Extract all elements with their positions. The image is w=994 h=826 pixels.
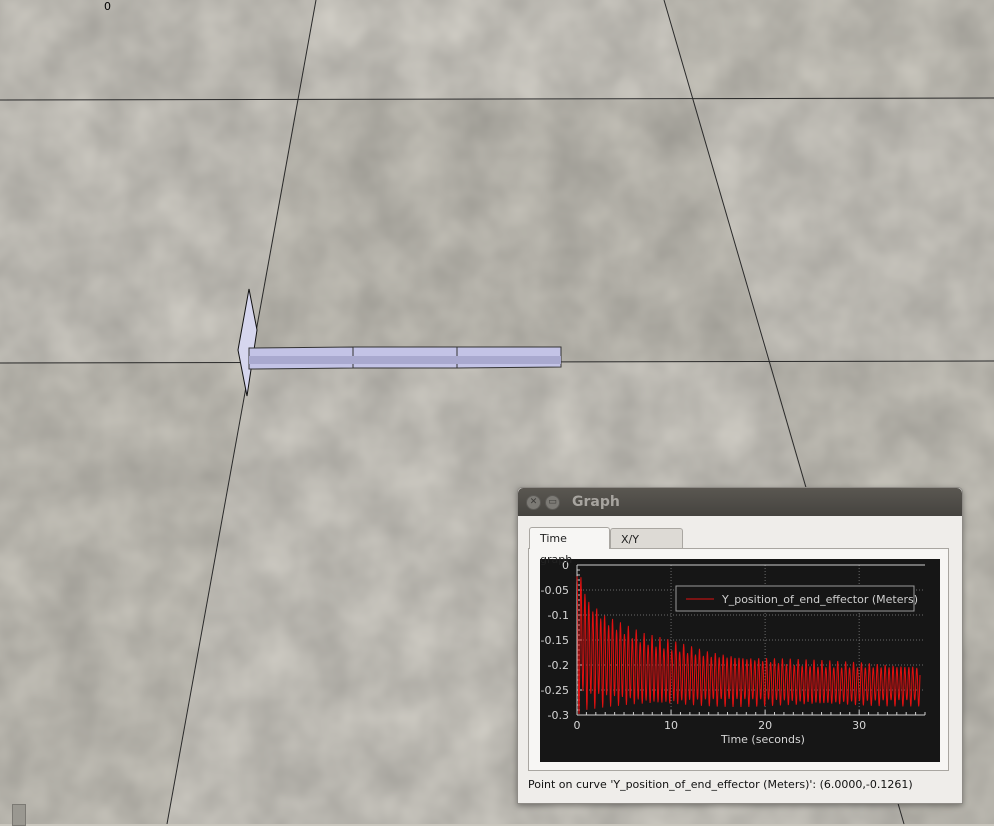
x-tick-label: 0	[574, 719, 581, 732]
graph-titlebar[interactable]: ✕ ▭ Graph	[518, 488, 962, 516]
y-tick-label: -0.1	[548, 609, 569, 622]
y-tick-label: -0.15	[541, 634, 569, 647]
tab-time-graph[interactable]: Time graph	[529, 527, 610, 566]
legend-label: Y_position_of_end_effector (Meters)	[721, 593, 918, 606]
frame-counter: 0	[104, 0, 111, 13]
tab-xy-graph[interactable]: X/Y graph	[610, 528, 683, 567]
window-title: Graph	[572, 494, 620, 510]
curve-point-status: Point on curve 'Y_position_of_end_effect…	[528, 778, 913, 791]
x-tick-label: 10	[664, 719, 678, 732]
x-axis-label: Time (seconds)	[720, 733, 805, 746]
maximize-icon[interactable]: ▭	[545, 495, 560, 510]
x-tick-label: 20	[758, 719, 772, 732]
y-tick-label: -0.05	[541, 584, 569, 597]
graph-window: ✕ ▭ Graph Time graph X/Y graph 01020300-…	[517, 487, 963, 804]
time-graph-chart[interactable]: 01020300-0.05-0.1-0.15-0.2-0.25-0.3Time …	[540, 559, 940, 762]
x-tick-label: 30	[852, 719, 866, 732]
resize-handle[interactable]	[12, 804, 26, 826]
close-icon[interactable]: ✕	[526, 495, 541, 510]
time-graph-panel: 01020300-0.05-0.1-0.15-0.2-0.25-0.3Time …	[528, 548, 949, 771]
y-tick-label: -0.3	[548, 709, 569, 722]
y-tick-label: -0.2	[548, 659, 569, 672]
y-tick-label: -0.25	[541, 684, 569, 697]
